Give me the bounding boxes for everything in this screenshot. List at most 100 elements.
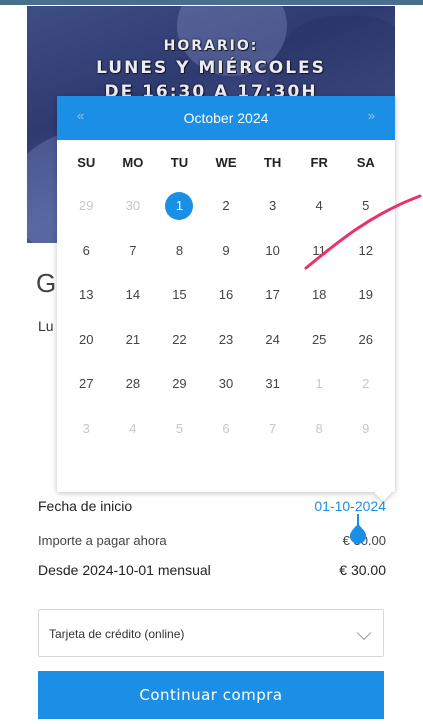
weekday-label: FR (310, 154, 328, 170)
day-number: 18 (311, 287, 327, 303)
day-number: 2 (362, 376, 370, 392)
day-number: 5 (175, 420, 184, 436)
chevron-down-icon (356, 625, 372, 641)
day-number: 1 (315, 376, 323, 392)
weekday-label: MO (122, 154, 144, 170)
pay-now-label: Importe a pagar ahora (38, 533, 167, 548)
calendar-day[interactable]: 11 (296, 237, 343, 265)
day-number: 8 (175, 242, 184, 258)
continue-purchase-button[interactable]: Continuar compra (38, 671, 384, 719)
calendar-day[interactable]: 5 (156, 415, 203, 443)
calendar-day[interactable]: 4 (296, 192, 343, 220)
day-number: 26 (358, 331, 373, 347)
calendar-day[interactable]: 12 (342, 237, 389, 265)
calendar-day[interactable]: 8 (156, 237, 203, 265)
recurring-amount: € 30.00 (339, 562, 386, 578)
day-number: 4 (129, 420, 137, 436)
calendar-day[interactable]: 18 (296, 281, 343, 309)
calendar-day[interactable]: 7 (249, 415, 296, 443)
day-number: 6 (222, 420, 230, 436)
calendar-day[interactable]: 2 (203, 192, 250, 220)
calendar-day[interactable]: 15 (156, 281, 203, 309)
calendar-day[interactable]: 21 (110, 326, 157, 354)
day-number: 25 (311, 331, 327, 347)
day-number: 9 (362, 420, 370, 436)
banner-line-2: LUNES Y MIÉRCOLES (96, 58, 326, 78)
day-number: 29 (172, 376, 187, 392)
calendar-day[interactable]: 22 (156, 326, 203, 354)
start-date-field[interactable]: 01-10-2024 (314, 498, 386, 514)
calendar-day[interactable]: 17 (249, 281, 296, 309)
calendar-day[interactable]: 16 (203, 281, 250, 309)
calendar-day[interactable]: 31 (249, 370, 296, 398)
product-title-partial: G (36, 268, 57, 298)
calendar-day[interactable]: 25 (296, 326, 343, 354)
calendar-day[interactable]: 10 (249, 237, 296, 265)
day-number: 7 (129, 242, 137, 258)
day-number: 1 (165, 192, 194, 221)
calendar-day[interactable]: 7 (110, 237, 157, 265)
calendar-day[interactable]: 26 (342, 326, 389, 354)
weekday-label: SU (77, 154, 96, 170)
day-grid: 29 30 1 2 3 4 5 6 7 8 9 10 11 12 13 14 15 16 17 18 19 20 21 22 2… (57, 184, 395, 451)
payment-method-select[interactable]: Tarjeta de crédito (online) (38, 609, 384, 657)
day-number: 3 (82, 420, 90, 436)
calendar-day[interactable]: 14 (110, 281, 157, 309)
calendar-day[interactable]: 19 (342, 281, 389, 309)
day-number: 15 (172, 287, 187, 303)
calendar-day[interactable]: 3 (249, 192, 296, 220)
day-number: 20 (79, 331, 94, 347)
text-selection-handle-icon[interactable] (347, 514, 369, 546)
day-number: 27 (79, 376, 94, 392)
calendar-day[interactable]: 6 (203, 415, 250, 443)
calendar-week-row: 6 7 8 9 10 11 12 (63, 229, 389, 274)
day-number: 9 (222, 242, 230, 258)
date-picker-popup: « October 2024 » SU MO TU WE TH FR SA 29… (57, 96, 395, 502)
calendar-day[interactable]: 1 (296, 370, 343, 398)
day-number: 6 (82, 242, 90, 258)
calendar-day[interactable]: 24 (249, 326, 296, 354)
day-number: 4 (315, 198, 323, 214)
day-number: 24 (265, 331, 280, 347)
weekday-label: TH (263, 154, 282, 170)
day-number: 10 (265, 242, 280, 258)
calendar-day-selected[interactable]: 1 (156, 192, 203, 221)
calendar-day[interactable]: 3 (63, 415, 110, 443)
calendar-day[interactable]: 29 (156, 370, 203, 398)
start-date-label: Fecha de inicio (38, 498, 133, 514)
calendar-day[interactable]: 29 (63, 192, 110, 220)
calendar-day[interactable]: 13 (63, 281, 110, 309)
day-number: 31 (265, 376, 280, 392)
calendar-day[interactable]: 30 (110, 192, 157, 220)
calendar-day[interactable]: 5 (342, 192, 389, 220)
calendar-day[interactable]: 23 (203, 326, 250, 354)
weekday-header: SU MO TU WE TH FR SA (57, 140, 395, 184)
day-number: 30 (125, 198, 141, 214)
recurring-label: Desde 2024-10-01 mensual (38, 562, 211, 578)
calendar-day[interactable]: 27 (63, 370, 110, 398)
product-schedule-partial: Lu (38, 318, 54, 334)
calendar-day[interactable]: 2 (342, 370, 389, 398)
calendar-day[interactable]: 30 (203, 370, 250, 398)
calendar-week-row: 20 21 22 23 24 25 26 (63, 318, 389, 363)
start-date-row: Fecha de inicio 01-10-2024 (38, 498, 386, 514)
day-number: 21 (125, 331, 141, 347)
calendar-day[interactable]: 8 (296, 415, 343, 443)
day-number: 28 (125, 376, 141, 392)
weekday-label: WE (215, 154, 237, 170)
day-number: 29 (79, 198, 94, 214)
day-number: 23 (218, 331, 234, 347)
calendar-day[interactable]: 6 (63, 237, 110, 265)
calendar-day[interactable]: 20 (63, 326, 110, 354)
calendar-day[interactable]: 28 (110, 370, 157, 398)
weekday-label: SA (356, 154, 375, 170)
next-month-button[interactable]: » (368, 108, 375, 123)
calendar-day[interactable]: 9 (342, 415, 389, 443)
calendar-day[interactable]: 9 (203, 237, 250, 265)
day-number: 8 (315, 420, 323, 436)
month-title[interactable]: October 2024 (57, 110, 395, 126)
day-number: 30 (218, 376, 234, 392)
calendar-day[interactable]: 4 (110, 415, 157, 443)
payment-method-value: Tarjeta de crédito (online) (49, 627, 185, 641)
day-number: 19 (358, 287, 373, 303)
